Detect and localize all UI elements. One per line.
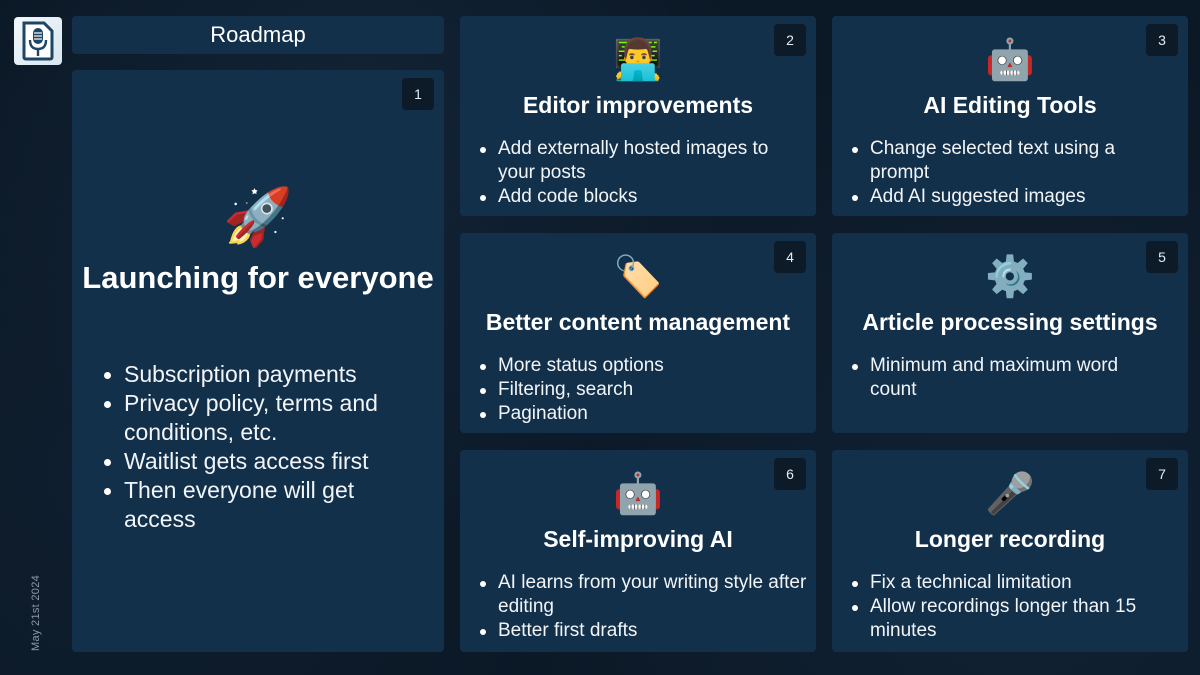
list-item: Minimum and maximum word count bbox=[852, 354, 1158, 402]
card-item-list: AI learns from your writing style after … bbox=[480, 571, 810, 643]
card-title: Longer recording bbox=[914, 526, 1106, 552]
card-number-badge: 1 bbox=[402, 78, 434, 110]
microphone-icon: 🎤 bbox=[985, 471, 1035, 517]
list-item: Fix a technical limitation bbox=[852, 571, 1182, 595]
page-title: Roadmap bbox=[72, 16, 444, 54]
label-tag-icon: 🏷️ bbox=[613, 254, 663, 300]
roadmap-card-2: 2 👨‍💻 Editor improvements Add externally… bbox=[460, 16, 816, 216]
list-item: More status options bbox=[480, 354, 810, 378]
document-microphone-icon bbox=[22, 21, 54, 61]
card-item-list: Minimum and maximum word count bbox=[852, 354, 1158, 402]
card-item-list: More status options Filtering, search Pa… bbox=[480, 354, 810, 426]
rocket-icon: 🚀 bbox=[223, 185, 293, 250]
list-item: Then everyone will get access bbox=[104, 476, 424, 534]
list-item: Allow recordings longer than 15 minutes bbox=[852, 595, 1182, 643]
robot-icon: 🤖 bbox=[613, 471, 663, 517]
technologist-icon: 👨‍💻 bbox=[613, 37, 663, 83]
card-title: Editor improvements bbox=[522, 92, 754, 118]
list-item: Add externally hosted images to your pos… bbox=[480, 137, 810, 185]
list-item: Add code blocks bbox=[480, 185, 810, 209]
card-title: Launching for everyone bbox=[82, 260, 434, 295]
card-title: Article processing settings bbox=[862, 309, 1158, 335]
roadmap-card-3: 3 🤖 AI Editing Tools Change selected tex… bbox=[832, 16, 1188, 216]
list-item: Pagination bbox=[480, 402, 810, 426]
roadmap-card-5: 5 ⚙️ Article processing settings Minimum… bbox=[832, 233, 1188, 433]
card-title: AI Editing Tools bbox=[923, 92, 1097, 118]
list-item: Better first drafts bbox=[480, 619, 810, 643]
list-item: Change selected text using a prompt bbox=[852, 137, 1138, 185]
list-item: Waitlist gets access first bbox=[104, 447, 424, 476]
app-logo bbox=[14, 17, 62, 65]
roadmap-card-4: 4 🏷️ Better content management More stat… bbox=[460, 233, 816, 433]
card-title: Self-improving AI bbox=[543, 526, 733, 552]
list-item: Subscription payments bbox=[104, 360, 424, 389]
card-item-list: Fix a technical limitation Allow recordi… bbox=[852, 571, 1182, 643]
list-item: Privacy policy, terms and conditions, et… bbox=[104, 389, 424, 447]
list-item: Filtering, search bbox=[480, 378, 810, 402]
card-item-list: Add externally hosted images to your pos… bbox=[480, 137, 810, 209]
card-item-list: Change selected text using a prompt Add … bbox=[852, 137, 1138, 209]
list-item: Add AI suggested images bbox=[852, 185, 1138, 209]
list-item: AI learns from your writing style after … bbox=[480, 571, 810, 619]
robot-icon: 🤖 bbox=[985, 37, 1035, 83]
card-title: Better content management bbox=[485, 309, 791, 335]
roadmap-card-6: 6 🤖 Self-improving AI AI learns from you… bbox=[460, 450, 816, 652]
roadmap-card-1: 1 🚀 Launching for everyone Subscription … bbox=[72, 70, 444, 652]
presentation-date: May 21st 2024 bbox=[30, 574, 42, 651]
roadmap-card-7: 7 🎤 Longer recording Fix a technical lim… bbox=[832, 450, 1188, 652]
gear-icon: ⚙️ bbox=[985, 254, 1035, 300]
card-item-list: Subscription payments Privacy policy, te… bbox=[104, 360, 424, 534]
